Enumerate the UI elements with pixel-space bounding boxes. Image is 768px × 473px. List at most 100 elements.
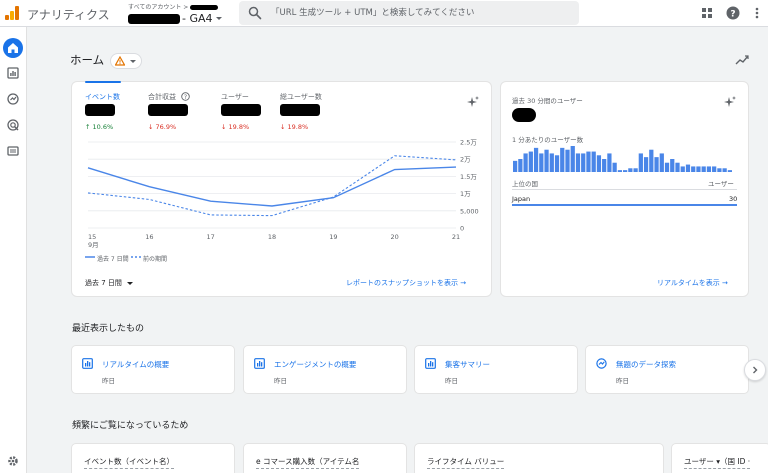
view-realtime-link[interactable]: リアルタイムを表示 →: [657, 278, 728, 288]
realtime-bar: [701, 166, 706, 172]
y-tick-label: 0: [460, 225, 464, 233]
frequent-card-label[interactable]: e コマース購入数（アイテム名: [256, 456, 360, 469]
metric-change: ↓ 19.8%: [280, 123, 309, 131]
metric-tab-total-users[interactable]: 総ユーザー数 ↓ 19.8%: [280, 92, 322, 131]
realtime-bar: [513, 160, 518, 172]
realtime-bar: [575, 153, 581, 172]
x-tick-label: 18: [268, 233, 276, 241]
account-breadcrumb: すべてのアカウント >: [128, 2, 219, 11]
help-icon[interactable]: ?: [181, 92, 190, 101]
legend-previous: 前の期間: [143, 256, 168, 263]
sparkle-insights-icon[interactable]: [723, 95, 737, 109]
insights-trend-icon[interactable]: [735, 54, 749, 66]
top-bar: アナリティクス すべてのアカウント > - GA4 ?: [0, 0, 768, 27]
frequent-card-label[interactable]: ライフタイム バリュー: [427, 456, 505, 469]
recent-card-title: 集客サマリー: [445, 360, 490, 369]
metric-change: ↑ 10.6%: [85, 123, 114, 131]
nav-configure[interactable]: [3, 141, 23, 161]
nav-reports[interactable]: [3, 63, 23, 83]
line-chart: 2.5万 2万 1.5万 1万 5,000 0 15 16 17 18 19 20 21 9月: [87, 139, 479, 248]
realtime-bar: [533, 147, 539, 172]
analytics-logo-icon[interactable]: [4, 5, 20, 21]
redacted-account-name: [190, 5, 219, 10]
recent-card-sub: 昨日: [274, 377, 287, 385]
realtime-bar: [675, 162, 680, 172]
selected-metric-indicator: [85, 81, 121, 83]
nav-home[interactable]: [3, 38, 23, 58]
frequent-card[interactable]: ライフタイム バリュー: [414, 443, 664, 473]
realtime-bar: [664, 162, 670, 172]
view-report-snapshot-link[interactable]: レポートのスナップショットを表示 →: [346, 278, 466, 288]
search-input[interactable]: [271, 1, 571, 25]
y-tick-label: 2万: [460, 156, 471, 164]
warning-icon: [115, 56, 125, 66]
realtime-bar: [685, 164, 691, 172]
nav-admin[interactable]: [3, 451, 23, 471]
recent-card-engagement[interactable]: エンゲージメントの概要 昨日: [243, 345, 407, 394]
target-icon: [7, 119, 19, 131]
warning-chip[interactable]: [110, 53, 142, 69]
recent-card-exploration[interactable]: 無題のデータ探索 昨日: [585, 345, 749, 394]
frequent-card[interactable]: イベント数（イベント名）: [71, 443, 235, 473]
carousel-next-button[interactable]: [744, 359, 766, 381]
metric-tab-users[interactable]: ユーザー ↓ 19.8%: [221, 92, 261, 131]
y-tick-label: 2.5万: [460, 139, 477, 147]
recent-card-realtime[interactable]: リアルタイムの概要 昨日: [71, 345, 235, 394]
realtime-bar: [680, 166, 685, 172]
metric-label: ユーザー: [221, 93, 249, 101]
metric-tab-events[interactable]: イベント数 ↑ 10.6%: [85, 92, 120, 131]
chevron-down-icon: [130, 60, 136, 63]
frequent-section-title: 頻繁にご覧になっているため: [72, 421, 189, 431]
help-icon[interactable]: ?: [726, 6, 740, 20]
search-bar[interactable]: [239, 1, 579, 25]
recent-card-sub: 昨日: [102, 377, 115, 385]
realtime-bar: [549, 153, 554, 172]
realtime-bar: [706, 166, 712, 172]
realtime-bar: [560, 147, 565, 172]
list-icon: [7, 146, 19, 156]
svg-text:?: ?: [730, 10, 735, 20]
realtime-bar: [727, 170, 732, 172]
account-selector[interactable]: すべてのアカウント > - GA4: [128, 2, 222, 25]
frequent-card[interactable]: e コマース購入数（アイテム名: [243, 443, 407, 473]
realtime-bar: [544, 149, 549, 172]
frequent-card[interactable]: ユーザー ▾（国 ID ·: [671, 443, 768, 473]
realtime-bar: [633, 168, 638, 172]
sparkle-insights-icon[interactable]: [466, 95, 480, 109]
realtime-bar: [581, 153, 586, 172]
svg-text:?: ?: [184, 94, 187, 101]
x-tick-label: 15: [88, 233, 96, 241]
account-breadcrumb-label: すべてのアカウント >: [128, 4, 189, 11]
realtime-bar: [659, 153, 664, 172]
apps-grid-icon[interactable]: [700, 6, 714, 20]
x-tick-label: 21: [452, 233, 460, 241]
realtime-bar: [643, 157, 649, 172]
recent-card-title: エンゲージメントの概要: [274, 360, 357, 369]
search-icon: [248, 6, 262, 20]
realtime-bar: [617, 170, 622, 172]
metric-label: イベント数: [85, 93, 120, 101]
metric-label: 合計収益: [148, 93, 176, 101]
country-row-users: 30: [729, 195, 738, 203]
date-range-dropdown[interactable]: 過去 7 日間: [85, 278, 134, 288]
legend-solid-swatch: [85, 256, 95, 258]
realtime-bar: [586, 151, 591, 172]
realtime-bar: [628, 168, 633, 172]
frequent-card-label[interactable]: イベント数（イベント名）: [84, 456, 174, 469]
realtime-bar-chart: [513, 146, 732, 172]
series-line-current: [87, 166, 457, 207]
metric-value-redacted: [148, 104, 188, 119]
nav-explore[interactable]: [3, 89, 23, 109]
redacted-property-name: [128, 13, 180, 24]
realtime-bar: [612, 162, 617, 172]
metric-tab-revenue[interactable]: 合計収益 ? ↓ 76.9%: [148, 92, 190, 131]
recent-card-acquisition[interactable]: 集客サマリー 昨日: [414, 345, 578, 394]
property-row[interactable]: - GA4: [128, 12, 222, 25]
x-tick-label: 17: [207, 233, 215, 241]
more-vert-icon[interactable]: [750, 6, 764, 20]
property-name: - GA4: [182, 12, 213, 25]
nav-advertising[interactable]: [3, 115, 23, 135]
frequent-card-label[interactable]: ユーザー ▾（国 ID ·: [684, 456, 751, 469]
chevron-down-icon: [127, 282, 134, 285]
gear-icon: [8, 456, 18, 466]
